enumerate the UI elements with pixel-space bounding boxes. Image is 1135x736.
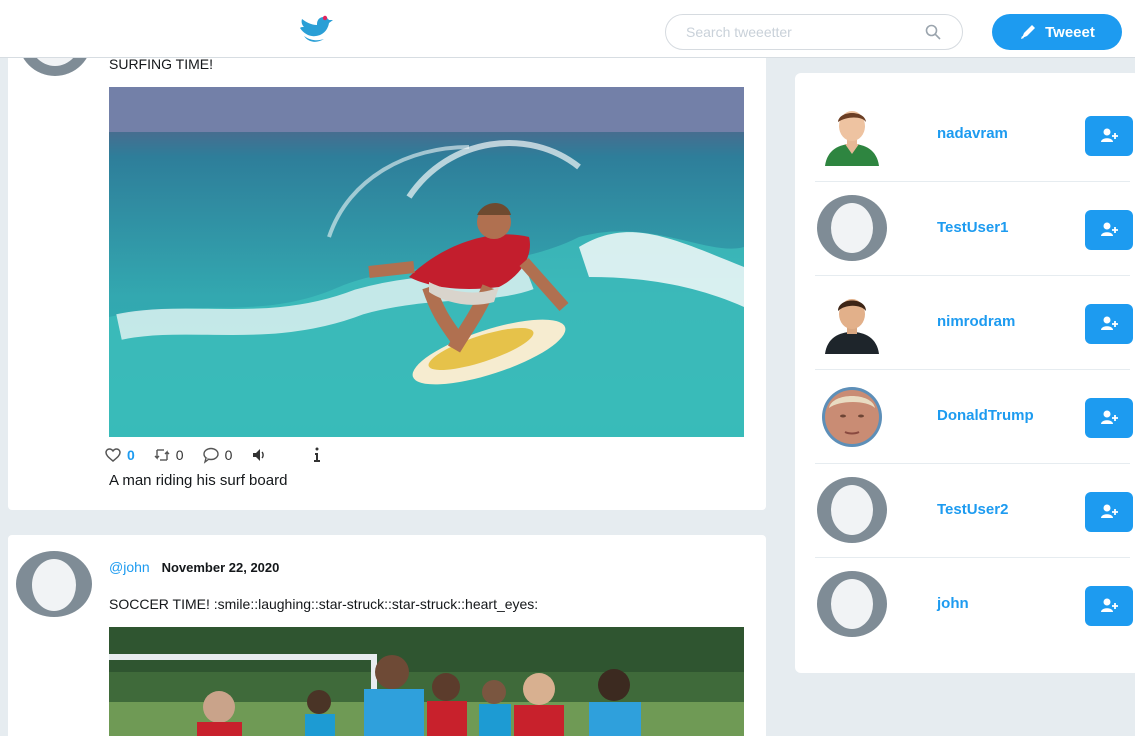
comment-count: 0 [224,447,233,463]
user-avatar-default[interactable] [817,195,887,261]
user-name[interactable]: TestUser2 [937,501,1008,518]
post-image-soccer[interactable] [109,627,744,736]
add-user-icon [1101,222,1118,236]
comment-icon [202,447,219,464]
user-name[interactable]: nadavram [937,125,1008,142]
add-user-icon [1101,504,1118,518]
post-meta: @john November 22, 2020 [109,559,279,575]
suggested-user-row: john [815,559,1133,652]
add-user-icon [1101,598,1118,612]
post-author-handle[interactable]: @john [109,559,150,575]
retweet-count: 0 [175,447,184,463]
post-avatar[interactable] [16,551,92,617]
user-name[interactable]: john [937,595,969,612]
quill-icon [1021,25,1036,39]
suggested-user-row: TestUser1 [815,183,1133,276]
suggested-user-row: TestUser2 [815,465,1133,558]
user-name[interactable]: DonaldTrump [937,407,1034,424]
post-text: SURFING TIME! [109,56,213,72]
suggested-user-row: nimrodram [815,277,1133,370]
speak-button[interactable] [250,446,268,464]
like-count: 0 [127,447,135,463]
heart-icon [105,448,121,462]
user-avatar-photo[interactable] [817,386,887,448]
user-name[interactable]: nimrodram [937,313,1015,330]
search-box[interactable] [665,14,963,50]
follow-button[interactable] [1085,586,1133,626]
follow-button[interactable] [1085,492,1133,532]
user-avatar-nadavram[interactable] [817,104,887,166]
tweet-button-label: Tweeet [1045,23,1095,41]
bird-logo-icon[interactable] [294,14,336,48]
suggested-user-row: nadavram [815,89,1133,182]
follow-button[interactable] [1085,116,1133,156]
add-user-icon [1101,128,1118,142]
retweet-icon [154,449,170,461]
tweet-button[interactable]: Tweeet [992,14,1122,50]
post-date: November 22, 2020 [161,560,280,575]
speaker-icon [253,449,265,461]
post-text: SOCCER TIME! :smile::laughing::star-stru… [109,596,539,612]
user-name[interactable]: TestUser1 [937,219,1008,236]
suggested-user-row: DonaldTrump [815,371,1133,464]
post-image-surfer[interactable] [109,87,744,437]
user-avatar-default[interactable] [817,571,887,637]
follow-button[interactable] [1085,304,1133,344]
retweet-button[interactable]: 0 [153,446,184,464]
image-caption: A man riding his surf board [109,472,288,489]
add-user-icon [1101,410,1118,424]
comment-button[interactable]: 0 [202,446,233,464]
search-icon[interactable] [924,23,942,41]
user-avatar-nimrodram[interactable] [817,292,887,354]
like-button[interactable]: 0 [104,446,135,464]
follow-button[interactable] [1085,210,1133,250]
suggested-users-panel: nadavram TestUser1 nimrodram DonaldTrump… [795,73,1135,673]
user-avatar-default[interactable] [817,477,887,543]
top-navbar: Tweeet [0,0,1135,58]
post-actions: 0 0 0 [104,446,344,464]
info-button[interactable] [308,446,326,464]
search-input[interactable] [686,15,936,49]
follow-button[interactable] [1085,398,1133,438]
add-user-icon [1101,316,1118,330]
info-icon [314,447,321,462]
